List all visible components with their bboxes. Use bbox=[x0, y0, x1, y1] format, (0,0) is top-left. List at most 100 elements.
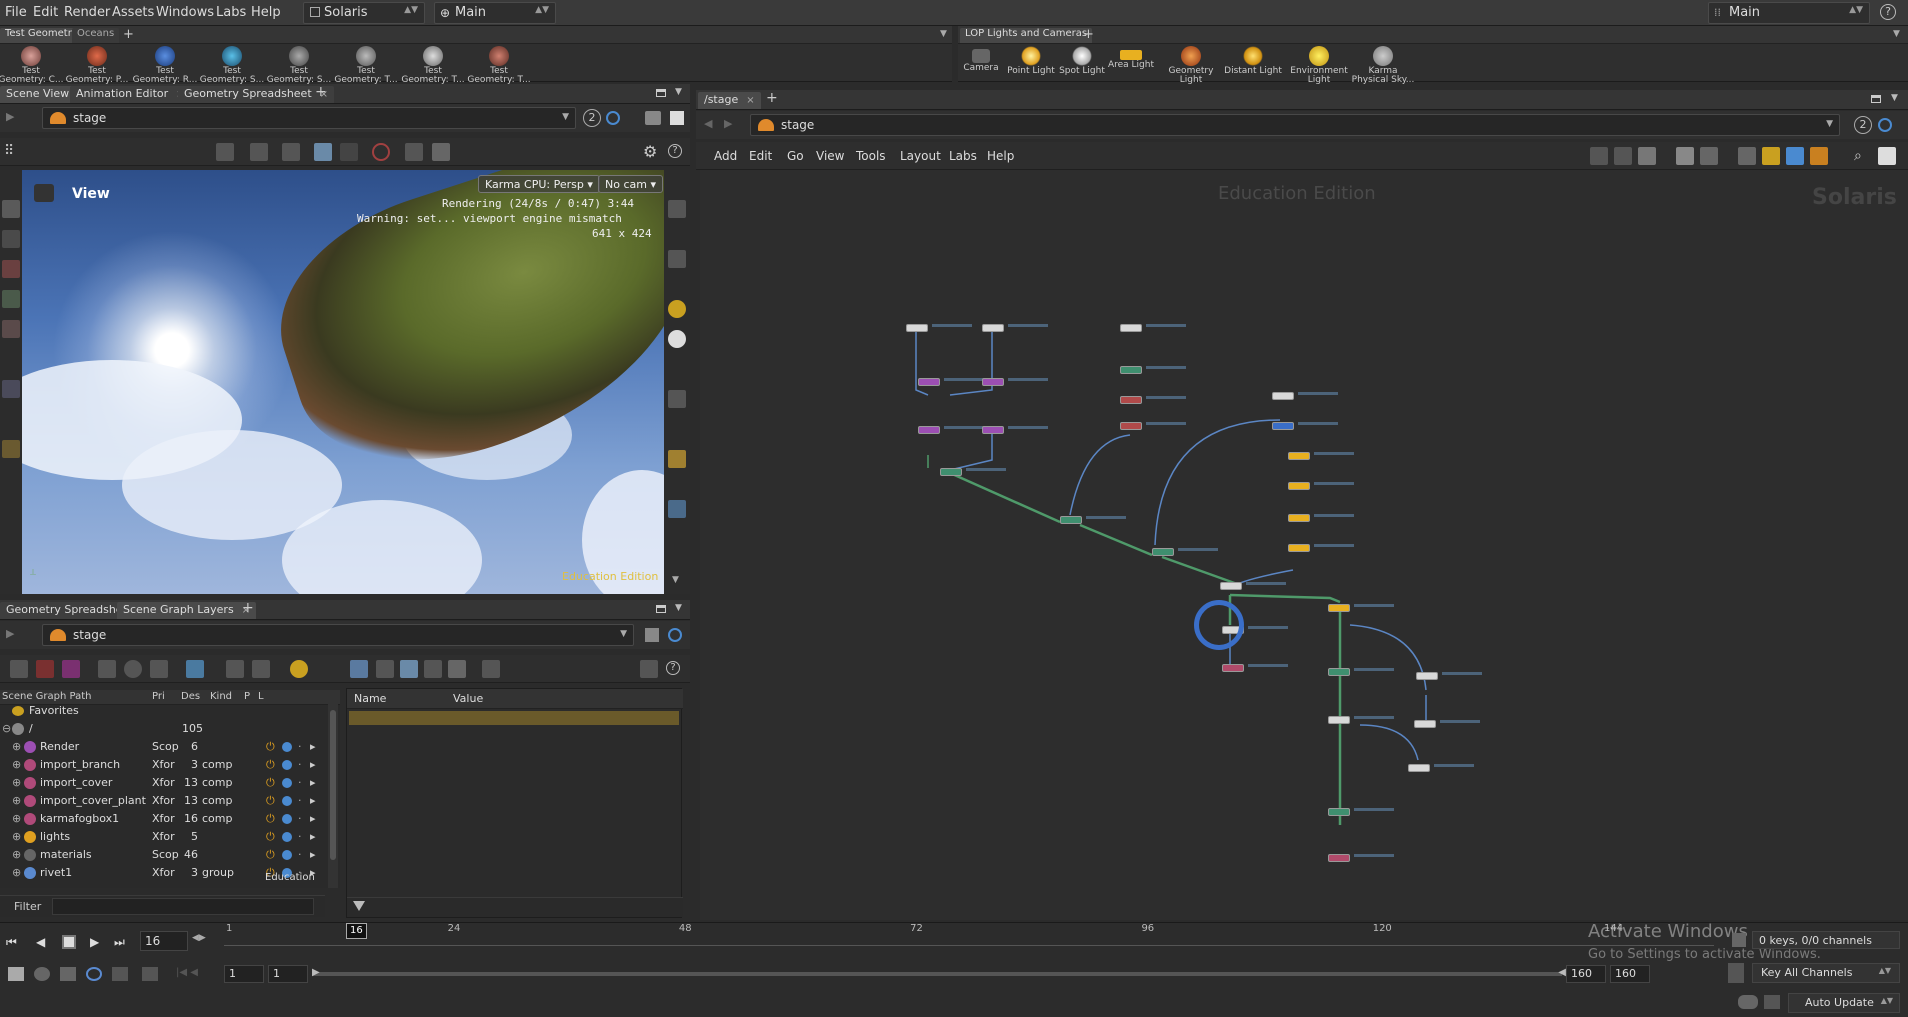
camera-menu[interactable]: No cam ▾ bbox=[598, 175, 663, 193]
cursor-icon[interactable]: ▸ bbox=[310, 740, 316, 753]
net-menu-help[interactable]: Help bbox=[987, 149, 1014, 163]
net-menu-tools[interactable]: Tools bbox=[856, 149, 886, 163]
network-node[interactable] bbox=[982, 324, 1004, 332]
filter-icon[interactable] bbox=[353, 901, 365, 913]
tool-distant-light[interactable]: Distant Light bbox=[1220, 44, 1286, 82]
range-start-field[interactable]: 1 bbox=[224, 965, 264, 983]
pin-icon[interactable] bbox=[645, 628, 659, 642]
visibility-icon[interactable] bbox=[282, 850, 292, 860]
grid-icon[interactable] bbox=[1676, 147, 1694, 165]
snap-icon[interactable] bbox=[314, 143, 332, 161]
expand-icon[interactable]: ⊕ bbox=[12, 830, 21, 843]
active-icon[interactable]: ⏻ bbox=[266, 794, 275, 808]
step-icon[interactable]: ◀▶ bbox=[192, 933, 206, 943]
link-icon[interactable] bbox=[1878, 118, 1892, 132]
wrench-icon[interactable] bbox=[1590, 147, 1608, 165]
sticky-note-icon[interactable] bbox=[1762, 147, 1780, 165]
pane-menu-icon[interactable]: ▼ bbox=[675, 87, 682, 97]
tree-row[interactable]: ⊕ lights Xfor 5 ⏻ · ▸ bbox=[0, 828, 330, 846]
network-node[interactable] bbox=[1060, 516, 1082, 524]
dot-icon[interactable]: · bbox=[298, 830, 302, 843]
network-node[interactable] bbox=[1120, 366, 1142, 374]
snapshot-icon[interactable] bbox=[645, 111, 661, 125]
active-icon[interactable]: ⏻ bbox=[266, 830, 275, 844]
add-shelf-tab-icon[interactable]: + bbox=[123, 27, 134, 42]
tree-scrollbar[interactable] bbox=[328, 690, 338, 888]
range-end-field[interactable]: 160 bbox=[1566, 965, 1606, 983]
dot-icon[interactable]: · bbox=[298, 758, 302, 771]
net-menu-labs[interactable]: Labs bbox=[949, 149, 977, 163]
dot-icon[interactable]: · bbox=[298, 794, 302, 807]
tree-row[interactable]: ⊕ materials Scop 46 ⏻ · ▸ bbox=[0, 846, 330, 864]
keys-icon[interactable] bbox=[1732, 933, 1746, 947]
info-icon[interactable] bbox=[124, 660, 142, 678]
shelf-tab-lop-lights[interactable]: LOP Lights and Cameras bbox=[960, 28, 1093, 43]
tool-test-geometry-s2[interactable]: Test Geometry: S... bbox=[266, 44, 332, 85]
network-node[interactable] bbox=[1288, 482, 1310, 490]
network-node[interactable] bbox=[1120, 422, 1142, 430]
pane-menu-icon[interactable]: ▼ bbox=[675, 603, 682, 613]
sg-icon[interactable] bbox=[36, 660, 54, 678]
select-tool-icon[interactable] bbox=[2, 200, 20, 218]
audio-icon[interactable] bbox=[34, 967, 50, 981]
paint-tool-icon[interactable] bbox=[2, 290, 20, 308]
col-value[interactable]: Value bbox=[453, 692, 483, 705]
tool-karma-physical-sky[interactable]: Karma Physical Sky... bbox=[1350, 44, 1416, 85]
viewport[interactable]: View Karma CPU: Persp ▾ No cam ▾ Renderi… bbox=[22, 170, 664, 594]
tool-test-geometry-t3[interactable]: Test Geometry: T... bbox=[466, 44, 532, 85]
clock-icon[interactable] bbox=[86, 967, 102, 981]
active-icon[interactable]: ⏻ bbox=[266, 758, 275, 772]
network-node[interactable] bbox=[1272, 422, 1294, 430]
vis-icon[interactable] bbox=[668, 450, 686, 468]
display-icon[interactable] bbox=[668, 200, 686, 218]
visibility-icon[interactable] bbox=[282, 814, 292, 824]
measure-tool-icon[interactable] bbox=[2, 380, 20, 398]
menu-assets[interactable]: Assets bbox=[112, 5, 154, 20]
tool-test-geometry-p[interactable]: Test Geometry: P... bbox=[64, 44, 130, 85]
chevron-down-icon[interactable]: ▼ bbox=[672, 575, 679, 585]
range-handle-left[interactable]: ▶ bbox=[312, 967, 320, 978]
network-path-field[interactable]: stage ▼ bbox=[750, 114, 1840, 136]
add-pane-tab-icon[interactable]: + bbox=[315, 84, 327, 100]
tool-test-geometry-r[interactable]: Test Geometry: R... bbox=[132, 44, 198, 85]
visibility-icon[interactable] bbox=[282, 796, 292, 806]
tab-animation-editor[interactable]: Animation Editor× bbox=[70, 86, 191, 103]
tree-row[interactable]: ⊕ Render Scop 6 ⏻ · ▸ bbox=[0, 738, 330, 756]
tool-test-geometry-c[interactable]: Test Geometry: C... bbox=[0, 44, 64, 85]
network-node[interactable] bbox=[1328, 604, 1350, 612]
active-icon[interactable]: ⏻ bbox=[266, 740, 275, 754]
lighting-icon[interactable] bbox=[405, 143, 423, 161]
view-tool-icon[interactable] bbox=[2, 260, 20, 278]
network-node[interactable] bbox=[1120, 396, 1142, 404]
select-icon[interactable] bbox=[216, 143, 234, 161]
shading-icon[interactable] bbox=[668, 500, 686, 518]
fullscreen-icon[interactable] bbox=[1878, 147, 1896, 165]
network-node[interactable] bbox=[982, 378, 1004, 386]
network-node[interactable] bbox=[1288, 452, 1310, 460]
scroll-thumb[interactable] bbox=[330, 710, 336, 860]
cursor-icon[interactable]: ▸ bbox=[310, 758, 316, 771]
network-node[interactable] bbox=[1152, 548, 1174, 556]
col-p[interactable]: P bbox=[244, 691, 250, 702]
lock-icon[interactable] bbox=[668, 250, 686, 268]
tool-geometry-light[interactable]: Geometry Light bbox=[1158, 44, 1224, 85]
network-node[interactable] bbox=[982, 426, 1004, 434]
layers-icon[interactable] bbox=[448, 660, 466, 678]
link-icon[interactable] bbox=[668, 628, 682, 642]
stop-icon[interactable] bbox=[62, 935, 76, 949]
help-icon[interactable]: ? bbox=[668, 144, 682, 158]
expand-icon[interactable]: ⊕ bbox=[12, 812, 21, 825]
sg-icon[interactable] bbox=[98, 660, 116, 678]
tree-row-favorites[interactable]: Favorites bbox=[0, 702, 330, 720]
net-menu-layout[interactable]: Layout bbox=[900, 149, 941, 163]
tree-row-root[interactable]: ⊖ / 105 bbox=[0, 720, 330, 738]
reverse-play-icon[interactable]: ◀ bbox=[36, 935, 45, 949]
col-path[interactable]: Scene Graph Path bbox=[2, 691, 92, 702]
network-node[interactable] bbox=[1220, 582, 1242, 590]
network-node[interactable] bbox=[940, 468, 962, 476]
playhead-marker[interactable]: 16 bbox=[346, 923, 367, 939]
expand-icon[interactable]: ⊕ bbox=[12, 776, 21, 789]
rows-icon[interactable] bbox=[424, 660, 442, 678]
add-shelf-tab-icon[interactable]: + bbox=[1083, 27, 1094, 42]
tree-row[interactable]: ⊕ import_cover Xfor 13 comp ⏻ · ▸ bbox=[0, 774, 330, 792]
